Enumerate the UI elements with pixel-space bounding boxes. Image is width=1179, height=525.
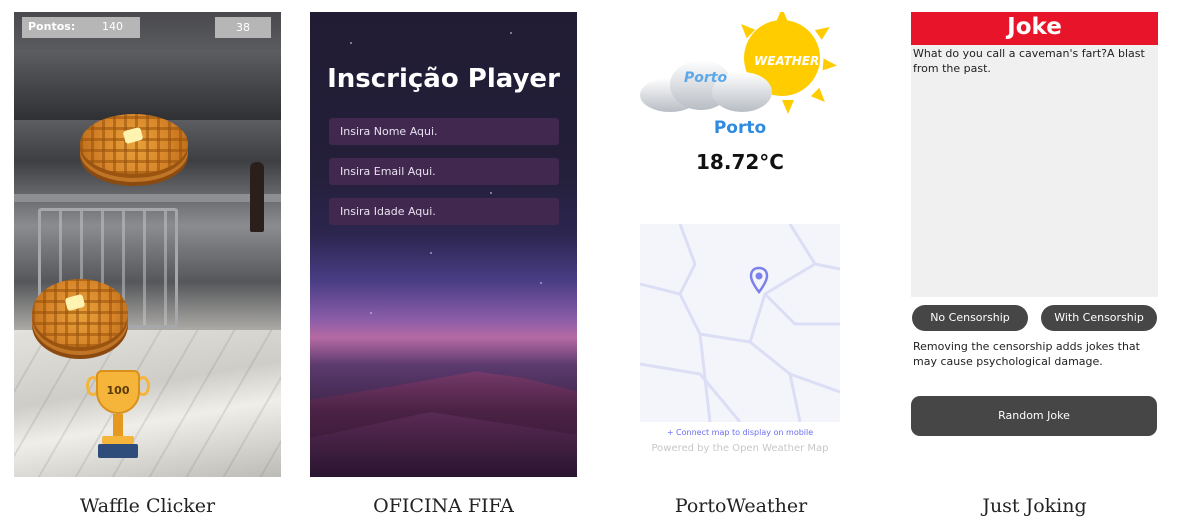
points-bar: Pontos: 140 — [22, 17, 140, 38]
censorship-note: Removing the censorship adds jokes that … — [913, 340, 1140, 368]
map[interactable] — [639, 223, 841, 423]
trophy-icon: 100 — [86, 370, 150, 460]
star — [430, 252, 432, 254]
points-value: 140 — [102, 20, 123, 33]
temperature: 18.72°C — [696, 150, 784, 174]
logo-cloud-text: Porto — [684, 70, 728, 86]
waffle-clicker-preview[interactable]: Pontos: 140 38 100 — [14, 12, 281, 477]
waffle-bottom-icon[interactable] — [32, 279, 128, 347]
page-title: Inscrição Player — [327, 64, 560, 94]
connect-map-link[interactable]: + Connect map to display on mobile — [640, 428, 840, 437]
no-censorship-button[interactable]: No Censorship — [912, 305, 1028, 331]
city-name: Porto — [713, 118, 767, 138]
age-input[interactable] — [329, 198, 559, 225]
bottle — [250, 162, 264, 232]
with-censorship-button[interactable]: With Censorship — [1041, 305, 1157, 331]
portoweather-preview[interactable]: Porto WEATHER Porto 18.72°C + Connect ma… — [636, 12, 846, 477]
random-joke-button[interactable]: Random Joke — [911, 396, 1157, 436]
logo-sun-text: WEATHER — [754, 54, 820, 68]
joke-header: Joke — [911, 12, 1158, 45]
sun-ray — [810, 87, 830, 107]
points-label: Pontos: — [28, 20, 76, 33]
star — [350, 42, 352, 44]
trophy-value: 100 — [106, 384, 130, 397]
timer-value: 38 — [215, 17, 271, 38]
sun-ray — [814, 22, 834, 40]
caption-just-joking[interactable]: Just Joking — [911, 493, 1158, 519]
sun-ray — [822, 58, 838, 72]
oficina-fifa-preview[interactable]: Inscrição Player — [310, 12, 577, 477]
sun-ray — [782, 100, 794, 114]
just-joking-preview[interactable]: Joke What do you call a caveman's fart?A… — [911, 12, 1158, 477]
kitchen-hood — [14, 50, 281, 120]
caption-waffle-clicker[interactable]: Waffle Clicker — [14, 493, 281, 519]
powered-by: Powered by the Open Weather Map — [651, 443, 829, 454]
trophy-base — [102, 436, 134, 444]
trophy-stem — [113, 414, 123, 436]
trophy-plinth — [98, 444, 138, 458]
star — [540, 282, 542, 284]
star — [370, 312, 372, 314]
email-input[interactable] — [329, 158, 559, 185]
name-input[interactable] — [329, 118, 559, 145]
map-roads — [639, 223, 841, 423]
waffle-top-icon[interactable] — [80, 114, 188, 174]
caption-portoweather[interactable]: PortoWeather — [636, 493, 846, 519]
joke-box: What do you call a caveman's fart?A blas… — [911, 45, 1158, 297]
caption-oficina-fifa[interactable]: OFICINA FIFA — [310, 493, 577, 519]
star — [510, 32, 512, 34]
joke-text: What do you call a caveman's fart?A blas… — [913, 47, 1145, 75]
star — [490, 192, 492, 194]
kitchen-shelf — [14, 194, 281, 202]
map-pin-icon — [749, 266, 769, 294]
